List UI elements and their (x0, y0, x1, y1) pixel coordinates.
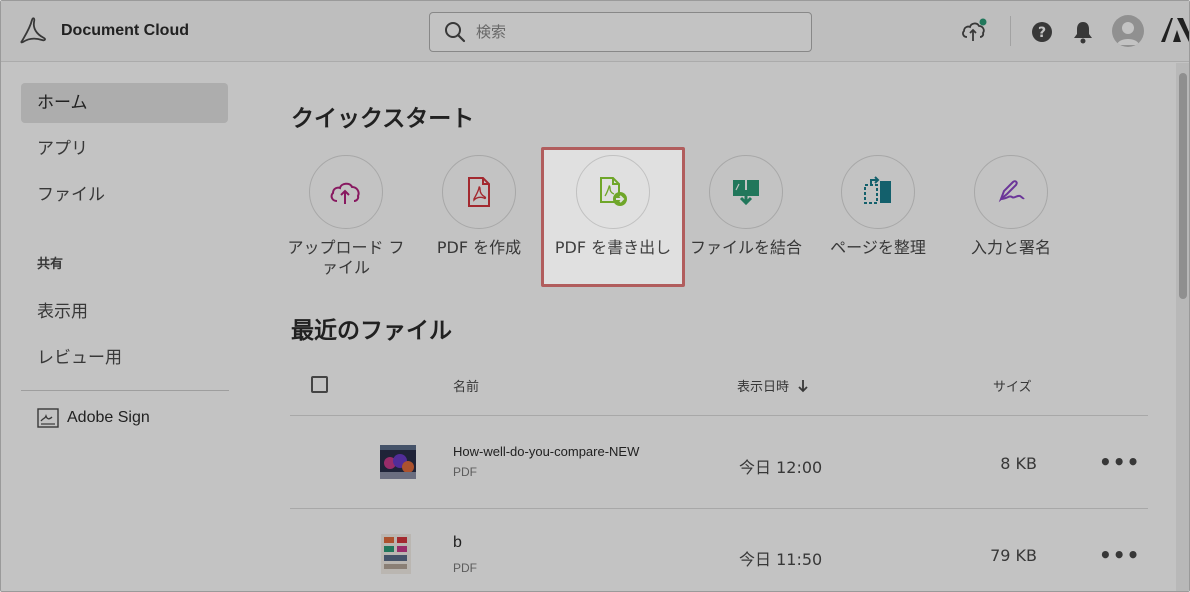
sidebar-divider (21, 390, 229, 391)
quickstart-create-pdf-label: PDF を作成 (436, 238, 522, 257)
adobe-sign-icon (37, 408, 59, 428)
quickstart-upload[interactable]: アップロード ファイル (281, 155, 411, 278)
column-header-name[interactable]: 名前 (453, 376, 479, 395)
more-options-icon[interactable]: ••• (1099, 450, 1140, 474)
sidebar-item-home[interactable]: ホーム (21, 83, 228, 123)
search-icon (445, 22, 466, 43)
notification-bell-icon[interactable] (1072, 20, 1094, 44)
sort-arrow-down-icon (798, 379, 808, 392)
app-title: Document Cloud (61, 22, 189, 39)
quickstart-combine-circle[interactable] (709, 155, 783, 229)
quickstart-create-pdf-circle[interactable] (442, 155, 516, 229)
quickstart-fill-sign-circle[interactable] (974, 155, 1048, 229)
quickstart-fill-sign-label: 入力と署名 (970, 238, 1051, 257)
highlight-frame (541, 147, 685, 287)
quickstart-organize-circle[interactable] (841, 155, 915, 229)
file-type: PDF (453, 465, 477, 479)
column-header-date-label: 表示日時 (737, 380, 790, 395)
search-input[interactable] (476, 23, 776, 41)
file-size: 79 KB (990, 546, 1037, 565)
column-header-date[interactable]: 表示日時 (737, 376, 809, 395)
quickstart-create-pdf[interactable]: PDF を作成 (414, 155, 544, 258)
search-box[interactable] (429, 12, 812, 52)
file-date: 今日 11:50 (739, 550, 823, 569)
sidebar: ホーム アプリ ファイル 共有 表示用 レビュー用 Adobe Sign (1, 63, 251, 591)
quickstart-upload-circle[interactable] (309, 155, 383, 229)
adobe-sign-label: Adobe Sign (67, 409, 150, 426)
more-options-icon[interactable]: ••• (1099, 543, 1140, 567)
sidebar-item-files[interactable]: ファイル (21, 175, 228, 215)
select-all-checkbox[interactable] (311, 376, 328, 393)
file-thumbnail-1 (380, 445, 416, 479)
cloud-upload-status-icon[interactable] (960, 18, 988, 44)
scrollbar[interactable] (1176, 63, 1189, 591)
quickstart-organize-label: ページを整理 (830, 238, 926, 257)
toolbar-divider (1010, 16, 1011, 46)
scrollbar-thumb[interactable] (1179, 73, 1187, 299)
cloud-upload-icon (330, 182, 360, 204)
sidebar-item-view[interactable]: 表示用 (21, 292, 228, 332)
row-divider (290, 508, 1148, 509)
table-header-divider (290, 415, 1148, 416)
column-header-size[interactable]: サイズ (993, 376, 1032, 395)
quickstart-upload-label: アップロード ファイル (287, 238, 405, 277)
create-pdf-icon (468, 177, 490, 207)
file-name[interactable]: b (453, 534, 462, 552)
quickstart-combine-label: ファイルを結合 (689, 238, 802, 257)
sidebar-item-review[interactable]: レビュー用 (21, 338, 228, 378)
organize-pages-icon (864, 176, 891, 204)
sidebar-item-adobe-sign[interactable]: Adobe Sign (37, 408, 150, 428)
combine-files-icon (733, 180, 759, 206)
file-type: PDF (453, 561, 477, 575)
fill-sign-icon (998, 180, 1025, 203)
file-thumbnail-2 (381, 534, 411, 574)
app-logo[interactable]: Document Cloud (18, 16, 189, 46)
quickstart-organize[interactable]: ページを整理 (813, 155, 943, 258)
quickstart-title: クイックスタート (291, 106, 475, 132)
file-size: 8 KB (1000, 454, 1037, 473)
file-date: 今日 12:00 (739, 458, 823, 477)
avatar[interactable] (1112, 15, 1144, 47)
quickstart-combine[interactable]: ファイルを結合 (681, 155, 811, 258)
top-bar: Document Cloud ? (1, 1, 1189, 62)
svg-text:?: ? (1038, 25, 1046, 41)
sidebar-shared-heading: 共有 (37, 257, 64, 272)
quickstart-fill-sign[interactable]: 入力と署名 (946, 155, 1076, 258)
user-avatar-icon (1117, 22, 1139, 45)
acrobat-logo-icon (20, 17, 46, 44)
app-window: Document Cloud ? (0, 0, 1190, 592)
help-icon[interactable]: ? (1031, 21, 1053, 43)
file-name[interactable]: How-well-do-you-compare-NEW (453, 444, 639, 459)
sidebar-item-apps[interactable]: アプリ (21, 129, 228, 169)
recent-files-title: 最近のファイル (291, 318, 452, 344)
adobe-logo-icon[interactable] (1161, 18, 1189, 44)
